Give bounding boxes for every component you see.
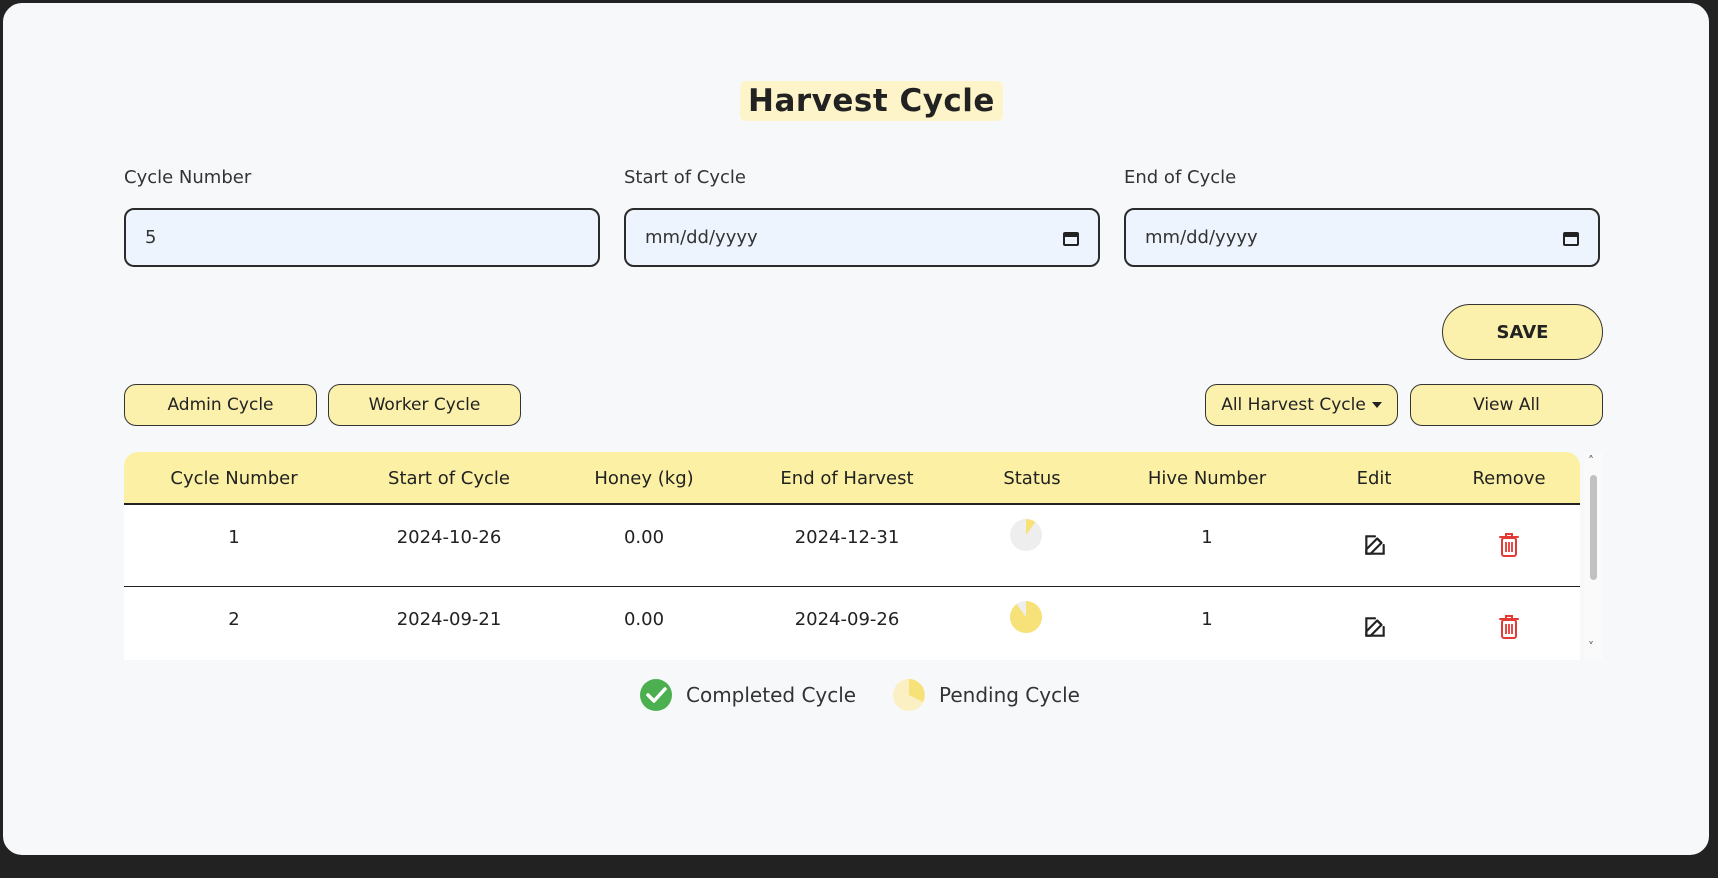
start-of-cycle-date-input[interactable]: mm/dd/yyyy	[624, 208, 1100, 267]
calendar-icon[interactable]	[1563, 230, 1579, 246]
dropdown-label: All Harvest Cycle	[1221, 395, 1366, 415]
start-of-cycle-placeholder: mm/dd/yyyy	[645, 227, 758, 248]
harvest-cycle-table: Cycle Number Start of Cycle Honey (kg) E…	[124, 452, 1603, 660]
table-row: 1 2024-10-26 0.00 2024-12-31 1	[124, 505, 1580, 587]
header-remove: Remove	[1472, 468, 1546, 489]
scroll-up-icon[interactable]: ˄	[1588, 454, 1594, 468]
header-honey: Honey (kg)	[594, 468, 694, 489]
pending-status-icon	[1010, 519, 1042, 551]
edit-icon[interactable]	[1362, 614, 1388, 640]
cycle-number-value: 5	[145, 227, 157, 248]
cell-hive-number: 1	[1201, 527, 1213, 548]
pending-status-fill	[1010, 601, 1043, 633]
view-all-button[interactable]: View All	[1410, 384, 1603, 426]
cell-cycle-number: 2	[228, 609, 240, 630]
admin-cycle-button[interactable]: Admin Cycle	[124, 384, 317, 426]
trash-icon[interactable]	[1497, 614, 1521, 640]
cell-honey: 0.00	[623, 527, 665, 548]
pending-status-icon	[1010, 601, 1043, 633]
cell-start-of-cycle: 2024-09-21	[396, 609, 502, 630]
start-of-cycle-label: Start of Cycle	[624, 167, 746, 188]
header-edit: Edit	[1356, 468, 1392, 489]
cell-start-of-cycle: 2024-10-26	[396, 527, 502, 548]
harvest-cycle-dropdown[interactable]: All Harvest Cycle	[1205, 384, 1398, 426]
trash-icon[interactable]	[1497, 532, 1521, 558]
page-title: Harvest Cycle	[740, 81, 1003, 121]
header-cycle-number: Cycle Number	[170, 468, 298, 489]
legend-completed: Completed Cycle	[639, 678, 856, 712]
cell-end-of-harvest: 2024-12-31	[794, 527, 900, 548]
save-button[interactable]: SAVE	[1442, 304, 1603, 360]
cell-cycle-number: 1	[228, 527, 240, 548]
header-status: Status	[1003, 468, 1061, 489]
end-of-cycle-label: End of Cycle	[1124, 167, 1237, 188]
table-row: 2 2024-09-21 0.00 2024-09-26 1	[124, 587, 1580, 660]
legend-completed-label: Completed Cycle	[686, 683, 857, 707]
pending-pie-icon	[893, 679, 925, 711]
table-scrollbar[interactable]: ˄ ˅	[1584, 452, 1603, 660]
scroll-down-icon[interactable]: ˅	[1588, 640, 1594, 654]
app-window: Harvest Cycle Cycle Number Start of Cycl…	[0, 0, 1712, 858]
cycle-number-input[interactable]: 5	[124, 208, 600, 267]
cell-honey: 0.00	[623, 609, 665, 630]
check-circle-icon	[640, 679, 672, 711]
worker-cycle-button[interactable]: Worker Cycle	[328, 384, 521, 426]
caret-down-icon	[1371, 402, 1382, 408]
legend-pending: Pending Cycle	[892, 678, 1080, 712]
end-of-cycle-date-input[interactable]: mm/dd/yyyy	[1124, 208, 1600, 267]
cell-end-of-harvest: 2024-09-26	[794, 609, 900, 630]
cycle-number-label: Cycle Number	[124, 167, 252, 188]
cell-hive-number: 1	[1201, 609, 1213, 630]
edit-icon[interactable]	[1362, 532, 1388, 558]
legend-pending-label: Pending Cycle	[939, 683, 1080, 707]
header-start-of-cycle: Start of Cycle	[388, 468, 510, 489]
table-header: Cycle Number Start of Cycle Honey (kg) E…	[124, 452, 1580, 505]
end-of-cycle-placeholder: mm/dd/yyyy	[1145, 227, 1258, 248]
header-hive-number: Hive Number	[1147, 468, 1267, 489]
calendar-icon[interactable]	[1063, 230, 1079, 246]
scroll-thumb[interactable]	[1590, 475, 1597, 580]
header-end-of-harvest: End of Harvest	[780, 468, 914, 489]
